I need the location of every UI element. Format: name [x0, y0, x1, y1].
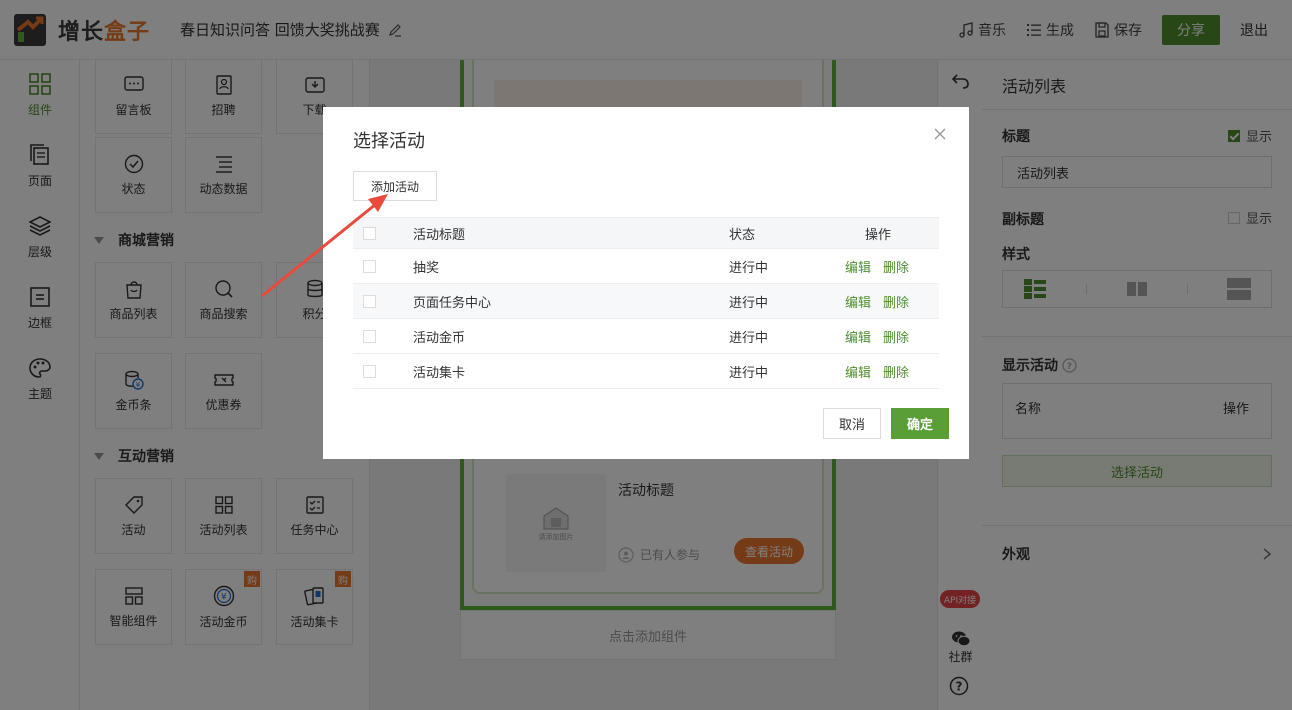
activity-table: 活动标题 状态 操作 抽奖 进行中 编辑 删除 页面任务中心 进行中 编辑 删除 活… [353, 217, 939, 389]
dialog-title: 选择活动 [353, 131, 425, 152]
select-activity-dialog: 选择活动 添加活动 活动标题 状态 操作 抽奖 进行中 编辑 删除 页面任务中心 … [323, 107, 969, 459]
row-ops: 编辑 删除 [845, 362, 921, 381]
row-ops: 编辑 删除 [845, 257, 921, 276]
row-checkbox[interactable] [363, 259, 376, 273]
table-header: 活动标题 状态 操作 [353, 217, 939, 249]
edit-link[interactable]: 编辑 [845, 257, 871, 276]
row-ops: 编辑 删除 [845, 292, 921, 311]
row-status: 进行中 [729, 260, 769, 276]
table-row[interactable]: 页面任务中心 进行中 编辑 删除 [353, 284, 939, 319]
table-row[interactable]: 活动集卡 进行中 编辑 删除 [353, 354, 939, 389]
select-all-checkbox[interactable] [363, 226, 376, 240]
row-title: 页面任务中心 [413, 295, 492, 311]
row-checkbox[interactable] [363, 329, 376, 343]
edit-link[interactable]: 编辑 [845, 362, 871, 381]
close-icon[interactable] [933, 127, 947, 141]
delete-link[interactable]: 删除 [883, 292, 909, 311]
add-activity-button[interactable]: 添加活动 [353, 171, 437, 201]
row-ops: 编辑 删除 [845, 327, 921, 346]
row-checkbox[interactable] [363, 294, 376, 308]
delete-link[interactable]: 删除 [883, 257, 909, 276]
row-status: 进行中 [729, 365, 769, 381]
delete-link[interactable]: 删除 [883, 327, 909, 346]
row-status: 进行中 [729, 295, 769, 311]
col-ops: 操作 [865, 227, 892, 243]
row-status: 进行中 [729, 330, 769, 346]
col-title: 活动标题 [413, 227, 466, 243]
confirm-button[interactable]: 确定 [891, 408, 949, 439]
edit-link[interactable]: 编辑 [845, 327, 871, 346]
col-status: 状态 [729, 227, 756, 243]
table-row[interactable]: 抽奖 进行中 编辑 删除 [353, 249, 939, 284]
table-row[interactable]: 活动金币 进行中 编辑 删除 [353, 319, 939, 354]
row-checkbox[interactable] [363, 364, 376, 378]
row-title: 抽奖 [413, 260, 440, 276]
cancel-button[interactable]: 取消 [823, 408, 881, 439]
delete-link[interactable]: 删除 [883, 362, 909, 381]
row-title: 活动金币 [413, 330, 466, 346]
edit-link[interactable]: 编辑 [845, 292, 871, 311]
row-title: 活动集卡 [413, 365, 466, 381]
